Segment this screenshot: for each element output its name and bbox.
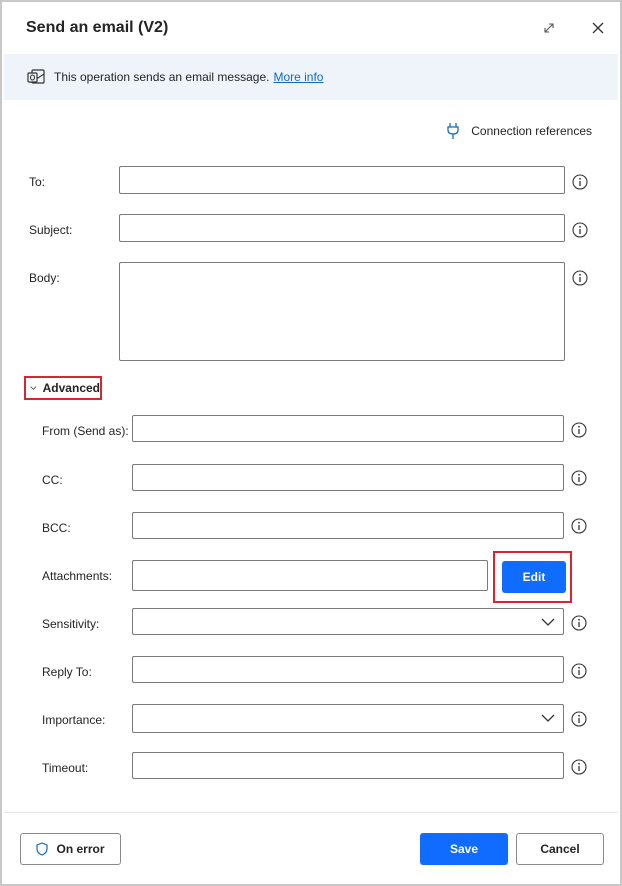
body-textarea[interactable] <box>119 262 565 361</box>
importance-info-icon[interactable] <box>571 711 587 727</box>
more-info-link[interactable]: More info <box>273 70 323 84</box>
sensitivity-info-icon[interactable] <box>571 615 587 631</box>
edit-attachments-button[interactable]: Edit <box>502 561 566 593</box>
importance-label: Importance: <box>42 713 106 727</box>
subject-label: Subject: <box>29 223 73 237</box>
advanced-toggle[interactable]: Advanced <box>24 376 102 400</box>
attachments-input[interactable] <box>132 560 488 591</box>
reply-to-label: Reply To: <box>42 665 92 679</box>
cancel-button[interactable]: Cancel <box>516 833 604 865</box>
to-info-icon[interactable] <box>572 174 588 190</box>
chevron-down-icon <box>541 618 555 626</box>
advanced-label: Advanced <box>42 381 100 395</box>
from-info-icon[interactable] <box>571 422 587 438</box>
send-email-dialog: Send an email (V2) This operation sends … <box>0 0 622 886</box>
dialog-header: Send an email (V2) <box>2 2 620 54</box>
to-label: To: <box>29 175 46 189</box>
timeout-label: Timeout: <box>42 761 89 775</box>
sensitivity-label: Sensitivity: <box>42 617 100 631</box>
plug-icon <box>447 123 459 139</box>
reply-to-info-icon[interactable] <box>571 663 587 679</box>
cc-info-icon[interactable] <box>571 470 587 486</box>
bcc-label: BCC: <box>42 521 71 535</box>
connection-references-button[interactable]: Connection references <box>447 122 592 140</box>
dialog-title: Send an email (V2) <box>26 19 169 36</box>
chevron-down-icon <box>541 714 555 722</box>
body-label: Body: <box>29 271 60 285</box>
footer-divider <box>4 812 618 813</box>
cc-input[interactable] <box>132 464 564 491</box>
reply-to-input[interactable] <box>132 656 564 683</box>
body-info-icon[interactable] <box>572 270 588 286</box>
info-text: This operation sends an email message. <box>54 70 270 84</box>
importance-select[interactable] <box>132 704 564 733</box>
on-error-button[interactable]: On error <box>20 833 121 865</box>
subject-info-icon[interactable] <box>572 222 588 238</box>
subject-input[interactable] <box>119 214 565 242</box>
from-label: From (Send as): <box>42 424 129 438</box>
attachments-label: Attachments: <box>42 569 113 583</box>
on-error-label: On error <box>56 842 105 856</box>
timeout-input[interactable] <box>132 752 564 779</box>
close-icon[interactable] <box>590 20 606 36</box>
to-input[interactable] <box>119 166 565 194</box>
bcc-input[interactable] <box>132 512 564 539</box>
chevron-down-icon <box>30 386 37 390</box>
connection-references-label: Connection references <box>471 124 592 138</box>
expand-icon[interactable] <box>542 21 556 35</box>
shield-icon <box>36 842 49 856</box>
save-button[interactable]: Save <box>420 833 508 865</box>
outlook-icon <box>27 69 45 84</box>
timeout-info-icon[interactable] <box>571 759 587 775</box>
from-input[interactable] <box>132 415 564 442</box>
bcc-info-icon[interactable] <box>571 518 587 534</box>
cc-label: CC: <box>42 473 63 487</box>
sensitivity-select[interactable] <box>132 608 564 635</box>
info-bar: This operation sends an email message. M… <box>4 54 618 100</box>
